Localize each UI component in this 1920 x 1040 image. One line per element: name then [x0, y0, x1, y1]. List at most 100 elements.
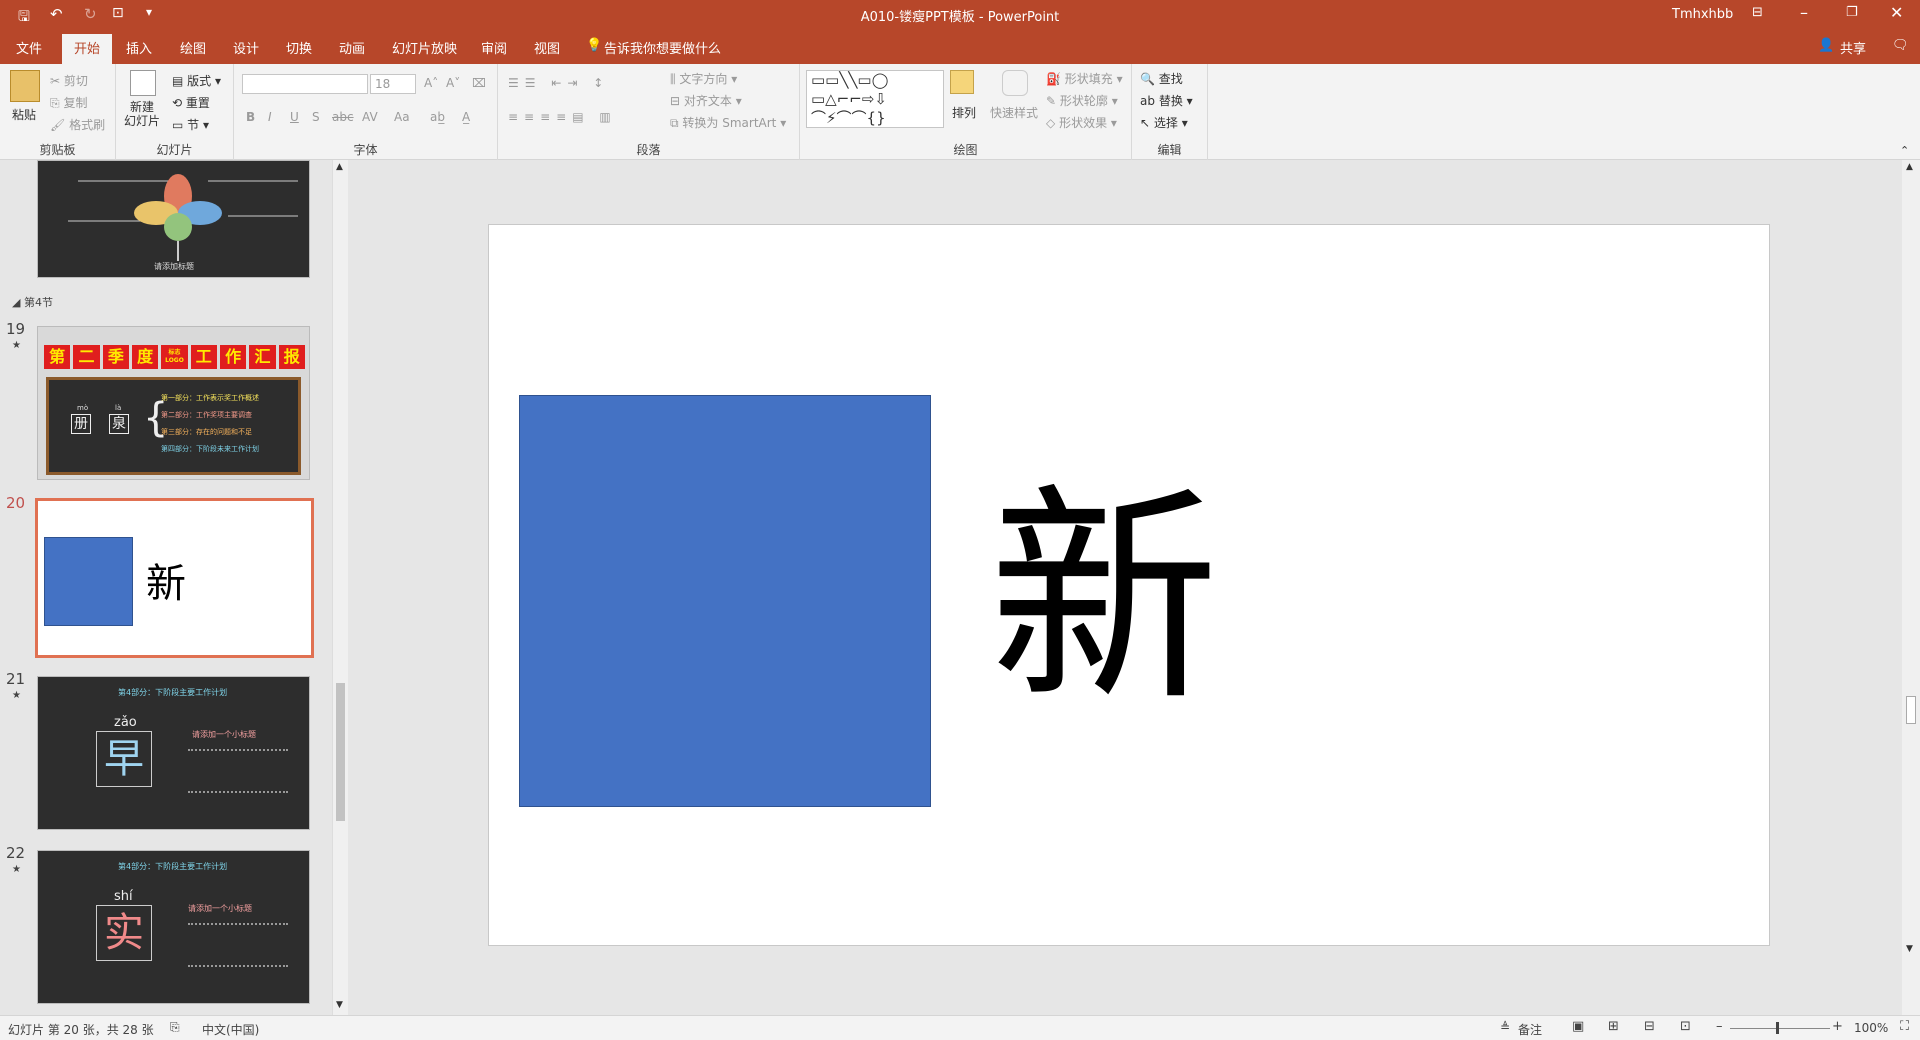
minimize-icon[interactable]: – — [1800, 3, 1808, 22]
replace-button[interactable]: ab 替换 ▾ — [1140, 92, 1193, 109]
font-size-box[interactable]: 18 — [370, 74, 416, 94]
share-button[interactable]: 共享 — [1840, 38, 1866, 57]
zoom-level[interactable]: 100% — [1854, 1021, 1888, 1035]
font-name-box[interactable] — [242, 74, 368, 94]
slide-thumbnail-20[interactable]: 新 — [35, 498, 314, 658]
paste-icon[interactable] — [10, 70, 40, 102]
tab-design[interactable]: 设计 — [233, 38, 259, 57]
zoom-slider[interactable] — [1730, 1028, 1830, 1029]
zoom-in-icon[interactable]: + — [1832, 1019, 1843, 1034]
tab-view[interactable]: 视图 — [534, 38, 560, 57]
slide-char[interactable]: 新 — [989, 475, 1219, 725]
tab-slideshow[interactable]: 幻灯片放映 — [392, 38, 457, 57]
bold-button[interactable]: B — [246, 110, 255, 124]
clear-format-icon[interactable]: ⌧ — [472, 76, 486, 90]
tab-review[interactable]: 审阅 — [481, 38, 507, 57]
slide-thumbnail-22[interactable]: 第4部分：下阶段主要工作计划 shí 实 请添加一个小标题 — [37, 850, 310, 1004]
tab-file[interactable]: 文件 — [16, 38, 42, 57]
thumbnail-scroll-thumb[interactable] — [336, 683, 345, 821]
cut-button[interactable]: ✂ 剪切 — [50, 72, 88, 89]
language-indicator[interactable]: 中文(中国) — [202, 1021, 259, 1038]
slide-thumbnail-19[interactable]: 第 二 季 度 标志 LOGO 工 作 汇 报 mò là 册 泉 { 第一部分… — [37, 326, 310, 480]
tab-draw[interactable]: 绘图 — [180, 38, 206, 57]
select-button[interactable]: ↖ 选择 ▾ — [1140, 114, 1188, 131]
tab-insert[interactable]: 插入 — [126, 38, 152, 57]
shapes-gallery[interactable]: ▭▭╲╲▭◯ ▭△⌐⌐⇨⇩ ⌒⚡⌒⌒{} — [806, 70, 944, 128]
shape-outline-button[interactable]: ✎ 形状轮廓 ▾ — [1046, 92, 1118, 109]
spellcheck-icon[interactable]: ⎘ — [170, 1020, 180, 1035]
smartart-icon: ⧉ — [670, 116, 679, 130]
arrange-icon[interactable] — [950, 70, 974, 94]
replace-label: 替换 — [1158, 94, 1183, 108]
text-direction-button[interactable]: ⫼ 文字方向 ▾ — [670, 70, 737, 87]
reading-view-icon[interactable]: ⊟ — [1644, 1019, 1655, 1034]
alignment-icons[interactable]: ≡≡≡≡▤ ▥ — [508, 110, 617, 124]
tab-home[interactable]: 开始 — [62, 34, 113, 64]
highlight-icon[interactable]: ab̲ — [430, 110, 445, 124]
collapse-ribbon-icon[interactable]: ⌃ — [1900, 144, 1909, 157]
change-case-button[interactable]: Aa — [394, 110, 410, 124]
slide-thumbnail-18[interactable]: 请添加标题 — [37, 160, 310, 278]
editor-scroll-thumb[interactable] — [1906, 696, 1916, 724]
ribbon-display-icon[interactable]: ⊟ — [1752, 5, 1763, 20]
thumb21-side-title: 请添加一个小标题 — [192, 730, 256, 739]
section-header[interactable]: ◢ 第4节 — [12, 294, 53, 310]
reset-button[interactable]: ⟲ 重置 — [172, 94, 210, 111]
shrink-font-icon[interactable]: A˅ — [446, 76, 460, 90]
blue-rectangle[interactable] — [519, 395, 931, 807]
tell-me-box[interactable]: 告诉我你想要做什么 — [604, 38, 721, 57]
restore-icon[interactable]: ❐ — [1846, 5, 1858, 20]
paste-button[interactable]: 粘贴 — [12, 106, 36, 123]
comment-icon[interactable]: 🗨 — [1892, 38, 1909, 53]
section-name: 第4节 — [23, 296, 53, 309]
editor-scrollbar[interactable]: ▲ ▼ — [1902, 160, 1920, 1015]
scroll-down-icon[interactable]: ▼ — [336, 1000, 343, 1010]
section-button[interactable]: ▭ 节 ▾ — [172, 116, 209, 133]
thumbnail-scrollbar[interactable]: ▲ ▼ — [332, 160, 348, 1015]
zoom-out-icon[interactable]: – — [1716, 1019, 1723, 1034]
quick-styles-icon[interactable] — [1002, 70, 1028, 96]
copy-button[interactable]: ⎘ 复制 — [50, 94, 87, 111]
find-button[interactable]: 🔍 查找 — [1140, 70, 1183, 87]
new-slide-icon[interactable] — [130, 70, 156, 96]
format-painter-button[interactable]: 🖌 格式刷 — [50, 116, 105, 133]
slide-sorter-icon[interactable]: ⊞ — [1608, 1019, 1619, 1034]
paragraph-group: ☰☰ ⇤⇥ ↕ ⫼ 文字方向 ▾ ⊟ 对齐文本 ▾ ⧉ 转换为 SmartArt… — [498, 64, 800, 160]
shape-fill-button[interactable]: ⛽ 形状填充 ▾ — [1046, 70, 1123, 87]
cursor-icon: ↖ — [1140, 116, 1151, 130]
tab-animations[interactable]: 动画 — [339, 38, 365, 57]
char-spacing-button[interactable]: AV — [362, 110, 378, 124]
clipboard-label: 剪贴板 — [39, 143, 76, 157]
slide-thumbnail-21[interactable]: 第4部分：下阶段主要工作计划 zǎo 早 请添加一个小标题 — [37, 676, 310, 830]
align-text-button[interactable]: ⊟ 对齐文本 ▾ — [670, 92, 742, 109]
fit-slide-icon[interactable]: ⛶ — [1900, 1019, 1909, 1034]
quick-styles-button[interactable]: 快速样式 — [990, 104, 1038, 121]
effects-icon: ◇ — [1046, 116, 1056, 130]
font-color-icon[interactable]: A̲ — [462, 110, 470, 124]
banner-char: 汇 — [249, 345, 276, 369]
thumb19-char-2: 泉 — [109, 414, 129, 434]
slide-20-editor[interactable]: 新 — [488, 224, 1770, 946]
slideshow-view-icon[interactable]: ⊡ — [1680, 1019, 1691, 1034]
shadow-button[interactable]: S — [312, 110, 320, 124]
user-name[interactable]: Tmhxhbb — [1672, 7, 1733, 22]
strikethrough-button[interactable]: abc — [332, 110, 354, 124]
shape-effects-button[interactable]: ◇ 形状效果 ▾ — [1046, 114, 1117, 131]
tab-transitions[interactable]: 切换 — [286, 38, 312, 57]
scroll-up-icon[interactable]: ▲ — [336, 162, 343, 172]
layout-button[interactable]: ▤ 版式 ▾ — [172, 72, 221, 89]
normal-view-icon[interactable]: ▣ — [1572, 1019, 1584, 1034]
underline-button[interactable]: U — [290, 110, 299, 124]
close-icon[interactable]: ✕ — [1890, 3, 1903, 22]
new-slide-button[interactable]: 新建 幻灯片 — [124, 100, 160, 128]
arrange-button[interactable]: 排列 — [952, 104, 976, 121]
editor-scroll-down-icon[interactable]: ▼ — [1906, 944, 1913, 954]
smartart-button[interactable]: ⧉ 转换为 SmartArt ▾ — [670, 114, 786, 131]
grow-font-icon[interactable]: A˄ — [424, 76, 438, 90]
italic-button[interactable]: I — [268, 110, 272, 124]
list-icons[interactable]: ☰☰ ⇤⇥ ↕ — [508, 76, 609, 90]
notes-button[interactable]: 备注 — [1518, 1021, 1542, 1038]
paragraph-label: 段落 — [636, 143, 661, 157]
editor-scroll-up-icon[interactable]: ▲ — [1906, 162, 1913, 172]
zoom-slider-thumb[interactable] — [1776, 1022, 1779, 1034]
